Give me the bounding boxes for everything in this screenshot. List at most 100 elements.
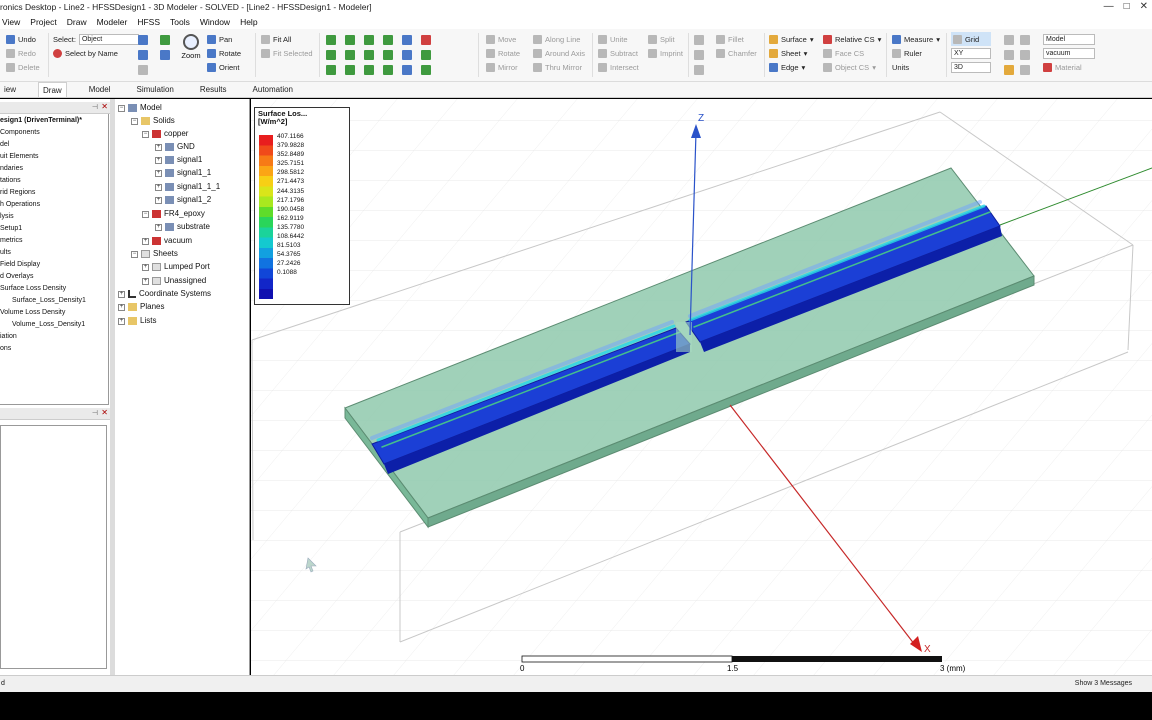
tree-node-signal1-1-1[interactable]: + signal1_1_1 [155, 181, 220, 193]
unite-button[interactable]: Unite [598, 32, 639, 46]
tree-node-model[interactable]: − Model [118, 102, 162, 114]
expand-icon[interactable]: + [155, 196, 162, 204]
region-icon[interactable] [421, 35, 431, 45]
lumped-port[interactable] [676, 322, 692, 352]
object-cs-dropdown[interactable]: Object CS ▾ [823, 60, 881, 74]
close-icon[interactable]: ✕ [101, 408, 108, 417]
wrap-icon[interactable] [694, 65, 704, 75]
expand-icon[interactable]: + [118, 290, 125, 298]
menu-tools[interactable]: Tools [170, 15, 190, 29]
polygon-icon[interactable] [383, 50, 393, 60]
point-icon[interactable] [421, 50, 431, 60]
expand-icon[interactable]: + [142, 263, 149, 271]
pin-icon[interactable]: ⊣ [92, 409, 98, 417]
tab-simulation[interactable]: Simulation [132, 82, 177, 97]
around-axis-button[interactable]: Around Axis [533, 46, 585, 60]
tree-node-signal1[interactable]: + signal1 [155, 154, 202, 166]
menu-hfss[interactable]: HFSS [137, 15, 160, 29]
project-tree-item[interactable]: tations [0, 175, 109, 187]
cylinder-icon[interactable] [345, 35, 355, 45]
view-icon[interactable] [160, 35, 170, 45]
expand-icon[interactable]: + [142, 277, 149, 285]
project-tree-item[interactable]: metrics [0, 235, 109, 247]
tab-draw[interactable]: Draw [38, 82, 67, 97]
menu-draw[interactable]: Draw [67, 15, 87, 29]
tree-node-substrate[interactable]: + substrate [155, 221, 210, 233]
rotate-object-button[interactable]: Rotate [486, 46, 520, 60]
expand-icon[interactable]: + [142, 237, 149, 245]
tree-node-fr4[interactable]: − FR4_epoxy [142, 208, 205, 220]
collapse-icon[interactable]: − [142, 210, 149, 218]
tree-node-signal1-1[interactable]: + signal1_1 [155, 167, 211, 179]
intersect-button[interactable]: Intersect [598, 60, 639, 74]
relative-cs-dropdown[interactable]: Relative CS ▾ [823, 32, 881, 46]
tree-node-unassigned[interactable]: + Unassigned [142, 275, 206, 287]
arc-icon[interactable] [402, 50, 412, 60]
render-icon[interactable] [1020, 65, 1030, 75]
zoom-button[interactable]: Zoom [180, 32, 202, 60]
tree-node-coordinate-systems[interactable]: + Coordinate Systems [118, 288, 211, 300]
fillet-button[interactable]: Fillet [716, 32, 757, 46]
close-button[interactable]: ✕ [1140, 1, 1148, 12]
menu-project[interactable]: Project [30, 15, 56, 29]
redo-button[interactable]: Redo [6, 46, 40, 60]
pin-icon[interactable]: ⊣ [92, 103, 98, 111]
pan-button[interactable]: Pan [207, 32, 241, 46]
tree-node-planes[interactable]: + Planes [118, 301, 164, 313]
collapse-icon[interactable]: − [131, 117, 138, 125]
project-tree-item[interactable]: h Operations [0, 199, 109, 211]
menu-view[interactable]: View [2, 15, 20, 29]
spline-icon[interactable] [402, 65, 412, 75]
model-dropdown[interactable]: Model [1043, 33, 1095, 45]
tab-view[interactable]: iew [0, 82, 20, 97]
surface-loss-legend[interactable]: Surface Los... [W/m^2] 407.1166 379.9828 35… [254, 107, 350, 305]
select-by-name-button[interactable]: Select by Name [53, 46, 139, 60]
menu-help[interactable]: Help [240, 15, 257, 29]
imprint-button[interactable]: Imprint [648, 46, 683, 60]
measure-dropdown[interactable]: Measure ▾ [892, 32, 940, 46]
collapse-icon[interactable]: − [118, 104, 125, 112]
edge-dropdown[interactable]: Edge ▾ [769, 60, 814, 74]
expand-icon[interactable]: + [118, 317, 125, 325]
view-icon[interactable] [160, 50, 170, 60]
project-tree-item[interactable]: rid Regions [0, 187, 109, 199]
project-tree-item[interactable]: iation [0, 331, 109, 343]
expand-icon[interactable]: + [155, 143, 162, 151]
tab-automation[interactable]: Automation [249, 82, 297, 97]
render-icon[interactable] [1020, 35, 1030, 45]
maximize-button[interactable]: □ [1124, 1, 1130, 12]
minimize-button[interactable]: — [1104, 1, 1114, 12]
render-icon[interactable] [1004, 65, 1014, 75]
expand-icon[interactable]: + [155, 183, 162, 191]
torus-icon[interactable] [326, 65, 336, 75]
split-button[interactable]: Split [648, 32, 683, 46]
plane-dropdown[interactable]: XY [951, 47, 991, 59]
3d-scene[interactable]: Z X 0 1.5 3 (mm) [251, 99, 1152, 675]
project-tree-item[interactable]: Setup1 [0, 223, 109, 235]
tree-node-lists[interactable]: + Lists [118, 315, 156, 327]
spiral-icon[interactable] [364, 65, 374, 75]
project-tree-item[interactable]: Components [0, 127, 109, 139]
project-tree-item[interactable]: Field Display [0, 259, 109, 271]
tree-node-lumped-port[interactable]: + Lumped Port [142, 261, 210, 273]
tab-model[interactable]: Model [85, 82, 115, 97]
project-tree-item[interactable]: Surface_Loss_Density1 [0, 295, 109, 307]
project-tree-item[interactable]: Surface Loss Density [0, 283, 109, 295]
project-tree-item[interactable]: ults [0, 247, 109, 259]
project-tree-item[interactable]: d Overlays [0, 271, 109, 283]
tab-results[interactable]: Results [196, 82, 231, 97]
cone-icon[interactable] [345, 50, 355, 60]
face-cs-button[interactable]: Face CS [823, 46, 881, 60]
along-line-button[interactable]: Along Line [533, 32, 585, 46]
line-icon[interactable] [402, 35, 412, 45]
box-icon[interactable] [326, 35, 336, 45]
expand-icon[interactable]: + [155, 223, 162, 231]
project-tree-item[interactable]: del [0, 139, 109, 151]
regular-polygon-icon[interactable] [383, 65, 393, 75]
undo-button[interactable]: Undo [6, 32, 40, 46]
plane-icon[interactable] [421, 65, 431, 75]
project-tree-item[interactable]: esign1 (DrivenTerminal)* [0, 115, 109, 127]
thru-mirror-button[interactable]: Thru Mirror [533, 60, 585, 74]
project-tree-item[interactable]: ons [0, 343, 109, 355]
project-tree-item[interactable]: Volume Loss Density [0, 307, 109, 319]
